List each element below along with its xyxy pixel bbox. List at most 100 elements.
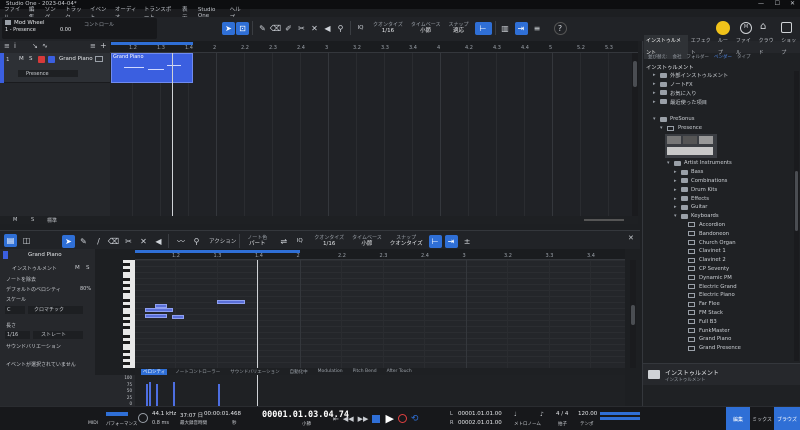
browser-item[interactable]: Bandoneon — [653, 229, 798, 238]
browser-item[interactable]: ▸ ノートFX — [653, 80, 798, 89]
browser-item[interactable]: ▸ 最近使った項目 — [653, 97, 798, 106]
length-type-select[interactable]: ストレート — [33, 331, 83, 339]
rewind-icon[interactable]: ◀◀ — [343, 415, 354, 423]
editor-ruler[interactable]: 1.2 1.3 1.4 2 2.2 2.3 2.4 3 3.2 3.3 3.4 — [135, 249, 625, 260]
lane-tab[interactable]: ベロシティ — [141, 368, 168, 375]
editor-mute-icon[interactable]: ✕ — [137, 235, 150, 248]
mix-view-button[interactable]: ミックス — [750, 407, 774, 430]
browser-item[interactable]: Accordion — [653, 221, 798, 230]
close-button[interactable]: ✕ — [790, 0, 795, 7]
arrow-tool-icon[interactable]: ➤ — [222, 21, 235, 35]
black-key[interactable] — [123, 263, 130, 266]
paint-tool-icon[interactable]: ✐ — [282, 22, 295, 35]
play-icon[interactable]: ▶ — [385, 412, 393, 425]
browser-item[interactable]: CP Seventy — [653, 265, 798, 274]
editor-solo-button[interactable]: S — [86, 265, 90, 271]
editor-view-icon[interactable]: ▤ — [4, 234, 17, 247]
browser-sort-tab[interactable]: ベンダー — [714, 54, 732, 60]
time-signature[interactable]: 4 / 4 — [556, 411, 568, 417]
browser-item[interactable]: ▾ Presence — [653, 124, 798, 133]
lane-tab[interactable]: ノートコントローラー — [173, 369, 222, 375]
midi-clip[interactable]: Grand Piano — [111, 53, 193, 83]
track-row[interactable]: 1 M S Grand Piano Presence — [0, 53, 110, 83]
maximize-button[interactable]: ☐ — [775, 0, 780, 7]
browser-vscroll[interactable] — [794, 71, 799, 361]
black-key[interactable] — [123, 278, 130, 281]
black-key[interactable] — [123, 290, 130, 293]
browser-item[interactable]: ▾ Keyboards — [653, 212, 798, 221]
black-key[interactable] — [123, 335, 130, 338]
editor-quantize-select[interactable]: クオンタイズ 1/16 — [314, 235, 344, 248]
expand-icon[interactable]: ▸ — [674, 169, 681, 175]
browser-item[interactable]: Far Flee — [653, 300, 798, 309]
velocity-bar[interactable] — [173, 382, 175, 406]
editor-snap-select[interactable]: スナップ クオンタイズ — [390, 235, 423, 248]
split-tool-icon[interactable]: ✂ — [295, 22, 308, 35]
user-avatar[interactable] — [716, 21, 730, 35]
expand-icon[interactable]: ▸ — [674, 196, 681, 202]
snap-select[interactable]: スナップ 適応 — [449, 22, 469, 35]
expand-icon[interactable]: ▸ — [674, 187, 681, 193]
length-value-select[interactable]: 1/16 — [5, 331, 30, 339]
browser-item[interactable]: ▸ Drum Kits — [653, 185, 798, 194]
editor-iq-button[interactable]: IQ — [293, 235, 306, 248]
expand-icon[interactable]: ▸ — [674, 204, 681, 210]
timebase-select[interactable]: タイムベース 小節 — [411, 22, 441, 35]
browser-sort-tab[interactable]: 会社 — [673, 54, 682, 60]
editor-line-icon[interactable]: / — [92, 235, 105, 248]
action-menu[interactable]: アクション — [209, 237, 236, 245]
track-list-icon[interactable]: ≡ — [4, 42, 10, 50]
midi-note[interactable] — [145, 314, 167, 318]
window-icon[interactable] — [781, 22, 792, 33]
black-key[interactable] — [123, 356, 130, 359]
black-key[interactable] — [123, 326, 130, 329]
loop-start-icon[interactable]: ⇤ — [333, 415, 339, 423]
expand-icon[interactable]: ▸ — [653, 72, 660, 78]
lane-tab[interactable]: Pitch Bend — [351, 369, 379, 374]
editor-wave-icon[interactable]: 〰 — [172, 235, 190, 248]
browser-item[interactable]: Grand Piano — [653, 335, 798, 344]
scale-key-select[interactable]: C — [5, 306, 25, 314]
stop-icon[interactable] — [372, 414, 381, 423]
snap-toggle-icon[interactable]: ⊢ — [474, 21, 492, 35]
browser-item[interactable]: FM Stack — [653, 309, 798, 318]
arrange-vscroll[interactable] — [632, 53, 638, 216]
scale-type-select[interactable]: クロマチック — [28, 306, 83, 314]
browser-item[interactable]: Grand Presence — [653, 344, 798, 353]
editor-follow-icon[interactable]: ⇥ — [444, 234, 458, 248]
lane-tab[interactable]: 自動化中 — [288, 369, 310, 375]
speaker-icon[interactable]: ◀ — [321, 22, 334, 35]
editor-arrow-icon[interactable]: ➤ — [62, 234, 75, 248]
piano-roll-grid[interactable] — [135, 260, 625, 368]
browser-item[interactable]: Church Organ — [653, 238, 798, 247]
mute-tool-icon[interactable]: ✕ — [308, 22, 321, 35]
browser-item[interactable]: Clavinet 1 — [653, 247, 798, 256]
edit-tool-icon[interactable]: ↘ — [32, 42, 38, 50]
editor-speaker-icon[interactable]: ◀ — [152, 235, 165, 248]
expand-icon[interactable]: ▸ — [674, 178, 681, 184]
editor-zoom-icon[interactable]: ⚲ — [190, 235, 203, 248]
precount-icon[interactable]: ♩ — [514, 411, 517, 418]
black-key[interactable] — [123, 314, 130, 317]
lane-tab[interactable]: サウンドバリエーション — [228, 369, 281, 375]
pencil-tool-icon[interactable]: ✎ — [256, 22, 269, 35]
footer-mute[interactable]: M — [13, 217, 17, 223]
automation-icon[interactable]: ∿ — [42, 42, 48, 50]
browser-item[interactable]: Full B3 — [653, 317, 798, 326]
studio-one-logo-icon[interactable]: M — [740, 22, 752, 34]
velocity-lane[interactable] — [135, 375, 625, 406]
black-key[interactable] — [123, 269, 130, 272]
browser-item[interactable]: ▾ Artist Instruments — [653, 159, 798, 168]
editor-view2-icon[interactable]: ◫ — [20, 234, 33, 247]
home-icon[interactable]: ⌂ — [760, 21, 766, 32]
expand-icon[interactable]: ▾ — [660, 125, 667, 131]
browser-item[interactable]: Electric Grand — [653, 282, 798, 291]
browser-item[interactable]: Dynamic PM — [653, 273, 798, 282]
zoom-icon[interactable]: ⚲ — [334, 22, 347, 35]
tempo[interactable]: 120.00 — [578, 411, 597, 417]
arrange-scroll[interactable] — [110, 216, 638, 224]
editor-snap-toggle-icon[interactable]: ⊢ — [428, 234, 442, 248]
editor-split-icon[interactable]: ✂ — [122, 235, 135, 248]
browser-item[interactable]: ▸ Effects — [653, 194, 798, 203]
midi-note[interactable] — [145, 308, 173, 312]
